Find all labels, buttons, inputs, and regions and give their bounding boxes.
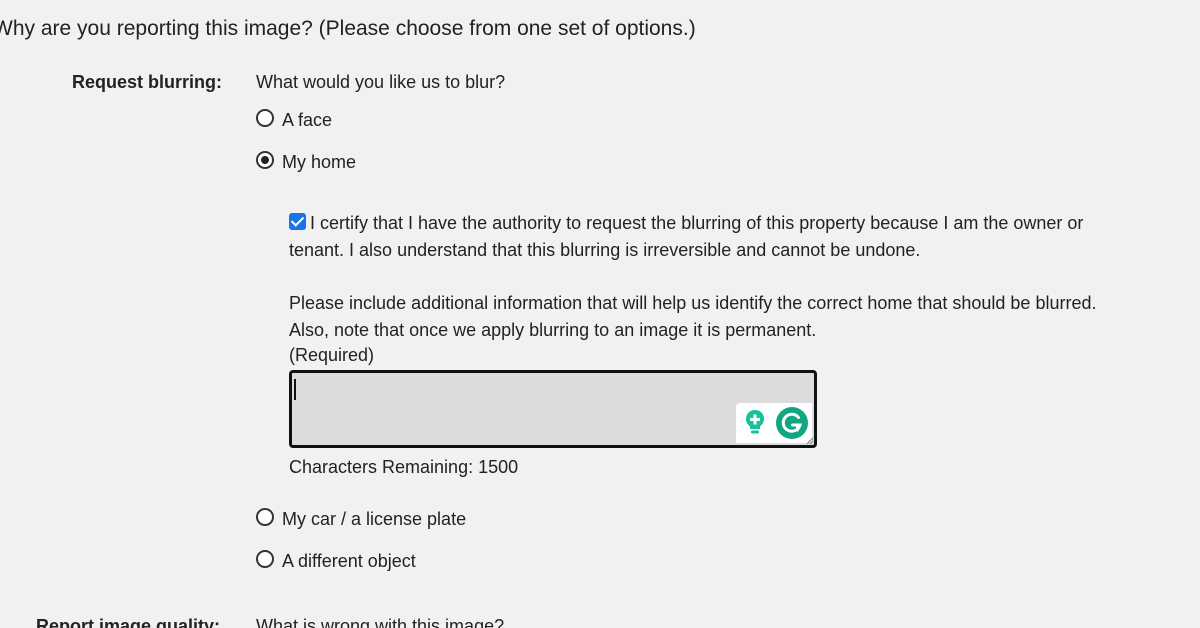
additional-info-textarea[interactable]	[289, 370, 817, 448]
radio-label-different-object: A different object	[282, 551, 416, 571]
radio-option-car[interactable]: My car / a license plate	[256, 507, 467, 530]
quality-prompt: What is wrong with this image?	[256, 616, 505, 628]
required-label: (Required)	[289, 345, 375, 365]
certify-statement: I certify that I have the authority to r…	[289, 210, 1089, 264]
report-image-quality-label: Report image quality:	[36, 616, 221, 628]
radio-label-home: My home	[282, 152, 357, 172]
radio-option-different-object[interactable]: A different object	[256, 549, 416, 572]
radio-option-home[interactable]: My home	[256, 150, 357, 173]
certify-text: I certify that I have the authority to r…	[289, 213, 1084, 260]
certify-checkbox[interactable]	[289, 213, 306, 230]
radio-face[interactable]	[256, 108, 274, 127]
radio-label-face: A face	[282, 110, 333, 130]
text-caret	[294, 379, 296, 400]
blur-prompt: What would you like us to blur?	[256, 72, 506, 92]
radio-different-object[interactable]	[256, 549, 274, 568]
radio-option-face[interactable]: A face	[256, 108, 333, 131]
radio-label-car: My car / a license plate	[282, 509, 467, 529]
radio-home[interactable]	[256, 150, 274, 169]
report-question-heading: Why are you reporting this image? (Pleas…	[0, 17, 696, 40]
request-blurring-label: Request blurring:	[72, 72, 223, 92]
resize-grip-icon[interactable]	[804, 435, 814, 445]
grammarly-widget[interactable]	[736, 403, 812, 443]
radio-car[interactable]	[256, 507, 274, 526]
lightbulb-plus-icon[interactable]	[744, 409, 766, 435]
report-image-page: Why are you reporting this image? (Pleas…	[0, 0, 1200, 628]
characters-remaining: Characters Remaining: 1500	[289, 457, 519, 477]
additional-info-instructions: Please include additional information th…	[289, 293, 1097, 340]
